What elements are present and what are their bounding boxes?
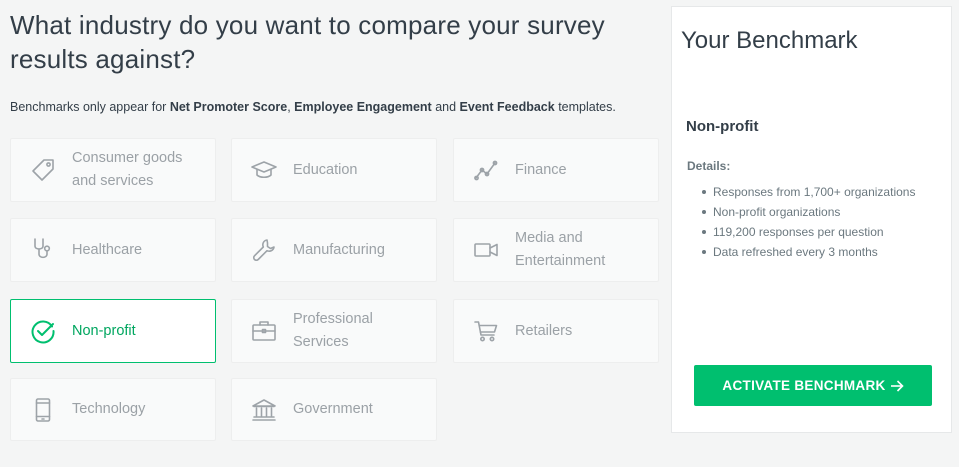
note-nps: Net Promoter Score [169, 100, 288, 114]
panel-title: Your Benchmark [681, 27, 858, 54]
activate-label: ACTIVATE BENCHMARK [722, 378, 886, 393]
industry-card-education[interactable]: Education [231, 138, 437, 202]
industry-label: Professional Services [293, 311, 373, 350]
industry-card-manufacturing[interactable]: Manufacturing [231, 218, 437, 282]
video-camera-icon [473, 237, 499, 263]
industry-label: Government [293, 401, 373, 417]
trend-line-icon [473, 157, 499, 183]
industry-card-government[interactable]: Government [231, 378, 437, 441]
check-circle-icon [30, 318, 56, 344]
industry-card-healthcare[interactable]: Healthcare [10, 218, 216, 282]
benchmark-panel: Your Benchmark Non-profit Details: Respo… [671, 6, 952, 433]
industry-card-retailers[interactable]: Retailers [453, 299, 659, 363]
industry-label: Technology [72, 401, 146, 417]
government-building-icon [251, 397, 277, 423]
note-prefix: Benchmarks only appear for [10, 100, 170, 114]
industry-label: Healthcare [72, 241, 143, 258]
tag-icon [30, 157, 56, 183]
mobile-phone-icon [30, 397, 56, 423]
industry-card-professional-services[interactable]: Professional Services [231, 299, 437, 363]
industry-label: Consumer goods and services [72, 150, 183, 189]
benchmark-note: Benchmarks only appear for Net Promoter … [10, 100, 616, 114]
industry-label: Media and Entertainment [515, 230, 606, 269]
industry-card-technology[interactable]: Technology [10, 378, 216, 441]
detail-item: Non-profit organizations [702, 202, 915, 222]
industry-label: Non-profit [72, 322, 136, 339]
note-event-feedback: Event Feedback [459, 100, 555, 114]
industry-card-finance[interactable]: Finance [453, 138, 659, 202]
note-sep: and [431, 100, 460, 114]
wrench-icon [251, 237, 277, 263]
shopping-cart-icon [473, 318, 499, 344]
stethoscope-icon [30, 237, 56, 263]
industry-card-consumer-goods[interactable]: Consumer goods and services [10, 138, 216, 202]
page-heading: What industry do you want to compare you… [10, 10, 605, 74]
industry-label: Education [293, 161, 358, 178]
note-employee-engagement: Employee Engagement [294, 100, 432, 114]
industry-card-non-profit[interactable]: Non-profit [10, 299, 216, 363]
industry-label: Retailers [515, 322, 573, 339]
detail-item: 119,200 responses per question [702, 222, 915, 242]
graduation-cap-icon [251, 157, 277, 183]
arrow-right-icon [890, 379, 904, 392]
detail-item: Responses from 1,700+ organizations [702, 182, 915, 202]
activate-benchmark-button[interactable]: ACTIVATE BENCHMARK [694, 365, 932, 406]
detail-item: Data refreshed every 3 months [702, 242, 915, 262]
industry-label: Finance [515, 161, 567, 178]
selected-industry-name: Non-profit [686, 118, 759, 135]
details-label: Details: [687, 159, 731, 173]
note-suffix: templates. [554, 100, 616, 114]
details-list: Responses from 1,700+ organizations Non-… [702, 182, 915, 262]
industry-card-media[interactable]: Media and Entertainment [453, 218, 659, 282]
industry-label: Manufacturing [293, 241, 385, 258]
briefcase-icon [251, 318, 277, 344]
